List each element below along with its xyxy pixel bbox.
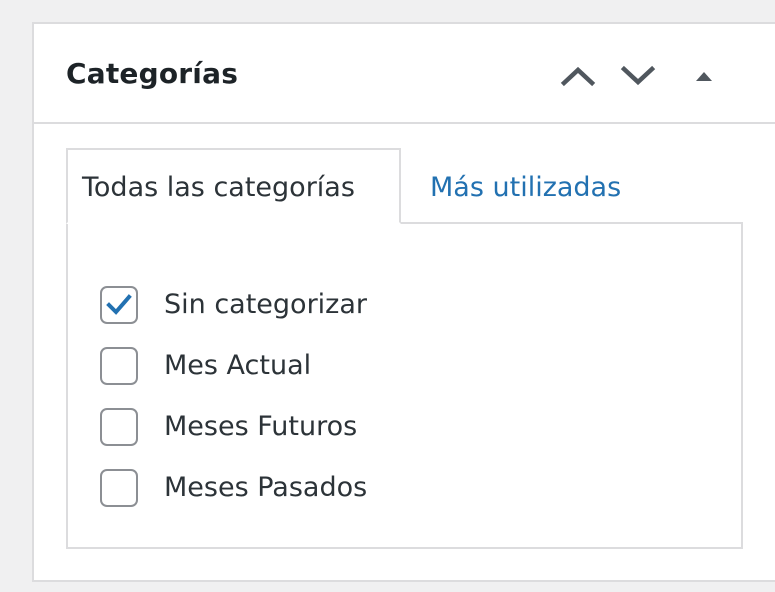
move-up-button[interactable] <box>554 54 602 98</box>
triangle-up-icon <box>696 72 712 81</box>
category-checkbox[interactable] <box>100 468 138 507</box>
checkmark-icon <box>106 293 132 315</box>
list-item: Meses Pasados <box>100 457 367 518</box>
category-checkbox[interactable] <box>100 285 138 324</box>
metabox-header: Categorías <box>34 24 775 124</box>
categories-panel: Sin categorizar Mes Actual Meses Futuros <box>66 222 743 549</box>
list-item: Sin categorizar <box>100 274 367 335</box>
category-label: Sin categorizar <box>164 288 368 320</box>
metabox-title: Categorías <box>66 57 239 90</box>
categories-metabox: Categorías Todas las categorías Más util… <box>32 22 775 582</box>
category-option-mes-actual[interactable]: Mes Actual <box>100 346 311 386</box>
category-checkbox[interactable] <box>100 407 138 446</box>
category-label: Meses Pasados <box>164 471 368 503</box>
category-tabs: Todas las categorías Más utilizadas <box>66 148 775 224</box>
chevron-down-icon <box>620 65 656 86</box>
category-option-sin-categorizar[interactable]: Sin categorizar <box>100 285 367 325</box>
list-item: Mes Actual <box>100 335 367 396</box>
category-checklist: Sin categorizar Mes Actual Meses Futuros <box>100 274 367 518</box>
category-option-meses-futuros[interactable]: Meses Futuros <box>100 407 357 447</box>
move-down-button[interactable] <box>614 54 662 98</box>
category-label: Mes Actual <box>164 349 312 381</box>
toggle-panel-button[interactable] <box>680 54 728 98</box>
chevron-up-icon <box>560 66 596 87</box>
category-checkbox[interactable] <box>100 346 138 385</box>
category-label: Meses Futuros <box>164 410 358 442</box>
category-option-meses-pasados[interactable]: Meses Pasados <box>100 468 367 508</box>
tab-most-used[interactable]: Más utilizadas <box>428 148 623 224</box>
tab-all-categories[interactable]: Todas las categorías <box>66 148 401 224</box>
list-item: Meses Futuros <box>100 396 367 457</box>
